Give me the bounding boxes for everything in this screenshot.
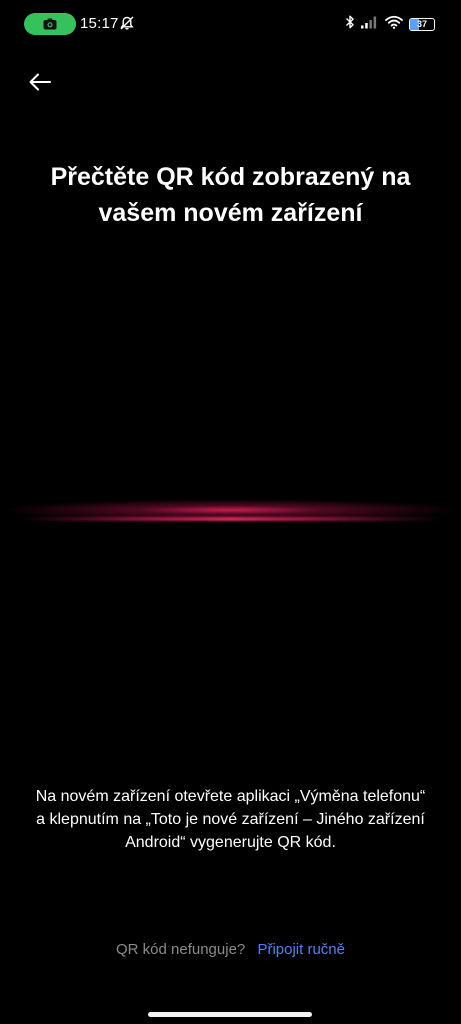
connect-manually-link[interactable]: Připojit ručně bbox=[257, 941, 345, 958]
phone-screen: 15:17 37 Přečtěte QR kód zobrazený na va… bbox=[0, 0, 461, 1024]
manual-connect-row: QR kód nefunguje? Připojit ručně bbox=[0, 941, 461, 958]
qr-scanner-line bbox=[20, 517, 441, 521]
instructions-text: Na novém zařízení otevřete aplikaci „Vým… bbox=[35, 788, 426, 851]
home-indicator[interactable] bbox=[148, 1012, 312, 1017]
screen-record-icon[interactable] bbox=[24, 13, 76, 35]
signal-icon bbox=[361, 15, 379, 34]
wifi-icon bbox=[385, 15, 403, 34]
battery-level: 37 bbox=[416, 18, 427, 29]
arrow-left-icon bbox=[29, 73, 51, 96]
page-title: Přečtěte QR kód zobrazený na vašem novém… bbox=[50, 163, 411, 227]
clock: 15:17 bbox=[80, 15, 119, 32]
qr-scanner-glow bbox=[0, 480, 461, 540]
back-button[interactable] bbox=[22, 66, 58, 102]
qr-not-working-text: QR kód nefunguje? bbox=[116, 941, 246, 958]
bluetooth-icon bbox=[345, 14, 355, 35]
status-bar: 15:17 37 bbox=[0, 0, 461, 46]
battery-icon: 37 bbox=[409, 17, 435, 31]
status-icons: 37 bbox=[345, 14, 435, 34]
mute-icon bbox=[119, 15, 135, 36]
